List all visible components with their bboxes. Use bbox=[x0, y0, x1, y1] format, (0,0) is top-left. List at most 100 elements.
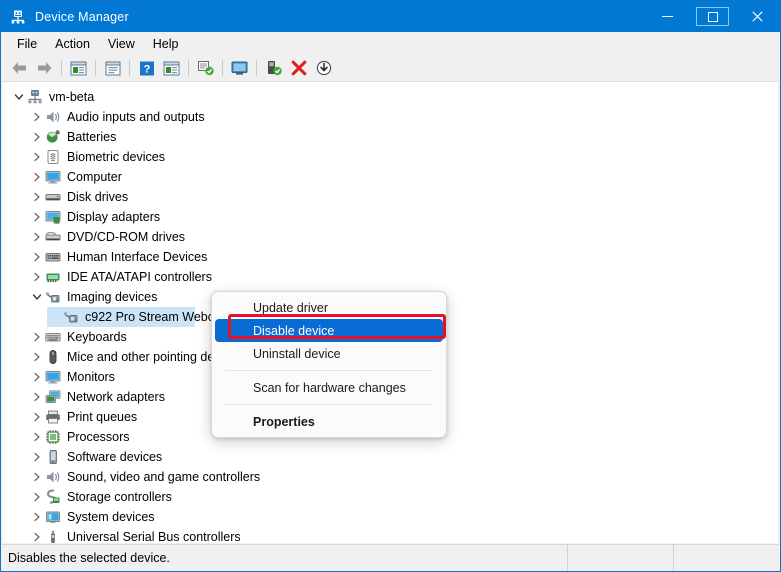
device-tree-item-label: IDE ATA/ATAPI controllers bbox=[67, 269, 212, 285]
device-tree-item[interactable]: Universal Serial Bus controllers bbox=[3, 527, 778, 543]
context-menu-item-uninstall-device[interactable]: Uninstall device bbox=[215, 342, 443, 365]
mouse-icon bbox=[45, 349, 61, 365]
context-menu-separator bbox=[225, 370, 433, 371]
toolbar: ? bbox=[2, 56, 779, 80]
toolbar-separator bbox=[256, 60, 257, 76]
close-button[interactable] bbox=[735, 1, 780, 32]
chevron-right-icon[interactable] bbox=[29, 429, 45, 445]
device-tree-item-label: Batteries bbox=[67, 129, 116, 145]
context-menu-item-update-driver[interactable]: Update driver bbox=[215, 296, 443, 319]
chevron-right-icon[interactable] bbox=[29, 389, 45, 405]
battery-icon bbox=[45, 129, 61, 145]
context-menu[interactable]: Update driverDisable deviceUninstall dev… bbox=[211, 291, 447, 438]
window-controls bbox=[645, 1, 780, 32]
update-driver-icon[interactable] bbox=[227, 57, 252, 79]
ide-controller-icon bbox=[45, 269, 61, 285]
chevron-right-icon[interactable] bbox=[29, 349, 45, 365]
chevron-right-icon[interactable] bbox=[29, 509, 45, 525]
scan-for-hardware-changes-icon[interactable] bbox=[193, 57, 218, 79]
device-tree-item[interactable]: Software devices bbox=[3, 447, 778, 467]
device-tree-item[interactable]: Biometric devices bbox=[3, 147, 778, 167]
chevron-right-icon[interactable] bbox=[29, 329, 45, 345]
device-manager-icon bbox=[10, 9, 26, 25]
disk-drive-icon bbox=[45, 189, 61, 205]
device-tree-item[interactable]: Human Interface Devices bbox=[3, 247, 778, 267]
menu-action[interactable]: Action bbox=[46, 34, 99, 54]
properties-icon[interactable] bbox=[100, 57, 125, 79]
uninstall-device-icon[interactable] bbox=[286, 57, 311, 79]
tree-spacer bbox=[47, 309, 63, 325]
chevron-right-icon[interactable] bbox=[29, 249, 45, 265]
device-tree-item[interactable]: System devices bbox=[3, 507, 778, 527]
show-hide-console-tree-icon[interactable] bbox=[66, 57, 91, 79]
imaging-device-icon bbox=[45, 289, 61, 305]
chevron-right-icon[interactable] bbox=[29, 109, 45, 125]
device-tree-item[interactable]: IDE ATA/ATAPI controllers bbox=[3, 267, 778, 287]
chevron-down-icon[interactable] bbox=[11, 89, 27, 105]
back-icon[interactable] bbox=[7, 57, 32, 79]
fingerprint-icon bbox=[45, 149, 61, 165]
disable-device-icon[interactable] bbox=[311, 57, 336, 79]
menu-file[interactable]: File bbox=[8, 34, 46, 54]
chevron-right-icon[interactable] bbox=[29, 209, 45, 225]
chevron-right-icon[interactable] bbox=[29, 129, 45, 145]
status-bar: Disables the selected device. bbox=[2, 544, 779, 570]
context-menu-item-disable-device[interactable]: Disable device bbox=[215, 319, 443, 342]
system-device-icon bbox=[45, 509, 61, 525]
device-tree-item-label: Storage controllers bbox=[67, 489, 172, 505]
display-adapter-icon bbox=[45, 209, 61, 225]
view-details-icon[interactable] bbox=[159, 57, 184, 79]
enable-device-icon[interactable] bbox=[261, 57, 286, 79]
help-icon[interactable]: ? bbox=[134, 57, 159, 79]
network-adapter-icon bbox=[45, 389, 61, 405]
device-tree-item[interactable]: Storage controllers bbox=[3, 487, 778, 507]
keyboard-icon bbox=[45, 329, 61, 345]
menu-view[interactable]: View bbox=[99, 34, 144, 54]
toolbar-separator bbox=[222, 60, 223, 76]
menu-bar: File Action View Help bbox=[2, 32, 779, 56]
minimize-button[interactable] bbox=[645, 1, 690, 32]
processor-icon bbox=[45, 429, 61, 445]
chevron-right-icon[interactable] bbox=[29, 369, 45, 385]
chevron-right-icon[interactable] bbox=[29, 149, 45, 165]
hid-icon bbox=[45, 249, 61, 265]
status-message: Disables the selected device. bbox=[2, 551, 567, 565]
toolbar-separator bbox=[188, 60, 189, 76]
device-tree-item-label: Monitors bbox=[67, 369, 115, 385]
chevron-right-icon[interactable] bbox=[29, 449, 45, 465]
chevron-right-icon[interactable] bbox=[29, 269, 45, 285]
sound-controller-icon bbox=[45, 469, 61, 485]
chevron-right-icon[interactable] bbox=[29, 409, 45, 425]
device-tree-item[interactable]: Audio inputs and outputs bbox=[3, 107, 778, 127]
device-tree-item[interactable]: Sound, video and game controllers bbox=[3, 467, 778, 487]
device-tree-item-label: Audio inputs and outputs bbox=[67, 109, 205, 125]
chevron-right-icon[interactable] bbox=[29, 489, 45, 505]
device-tree-item[interactable]: DVD/CD-ROM drives bbox=[3, 227, 778, 247]
context-menu-item-scan-for-hardware-changes[interactable]: Scan for hardware changes bbox=[215, 376, 443, 399]
device-tree-item-label: Computer bbox=[67, 169, 122, 185]
context-menu-item-properties[interactable]: Properties bbox=[215, 410, 443, 433]
device-tree-item[interactable]: Display adapters bbox=[3, 207, 778, 227]
menu-help[interactable]: Help bbox=[144, 34, 188, 54]
device-tree-item[interactable]: vm-beta bbox=[3, 87, 778, 107]
printer-icon bbox=[45, 409, 61, 425]
chevron-right-icon[interactable] bbox=[29, 229, 45, 245]
chevron-right-icon[interactable] bbox=[29, 469, 45, 485]
chevron-right-icon[interactable] bbox=[29, 189, 45, 205]
storage-controller-icon bbox=[45, 489, 61, 505]
forward-icon[interactable] bbox=[32, 57, 57, 79]
maximize-button[interactable] bbox=[690, 1, 735, 32]
chevron-right-icon[interactable] bbox=[29, 529, 45, 543]
computer-node-icon bbox=[27, 89, 43, 105]
device-tree-item-label: System devices bbox=[67, 509, 155, 525]
toolbar-separator bbox=[61, 60, 62, 76]
device-tree-item-label: Keyboards bbox=[67, 329, 127, 345]
chevron-down-icon[interactable] bbox=[29, 289, 45, 305]
device-tree-item[interactable]: Disk drives bbox=[3, 187, 778, 207]
usb-controller-icon bbox=[45, 529, 61, 543]
title-bar: Device Manager bbox=[1, 1, 780, 32]
device-tree-item[interactable]: Batteries bbox=[3, 127, 778, 147]
device-tree-item[interactable]: Computer bbox=[3, 167, 778, 187]
device-manager-window: Device Manager File Action View Help bbox=[0, 0, 781, 572]
chevron-right-icon[interactable] bbox=[29, 169, 45, 185]
